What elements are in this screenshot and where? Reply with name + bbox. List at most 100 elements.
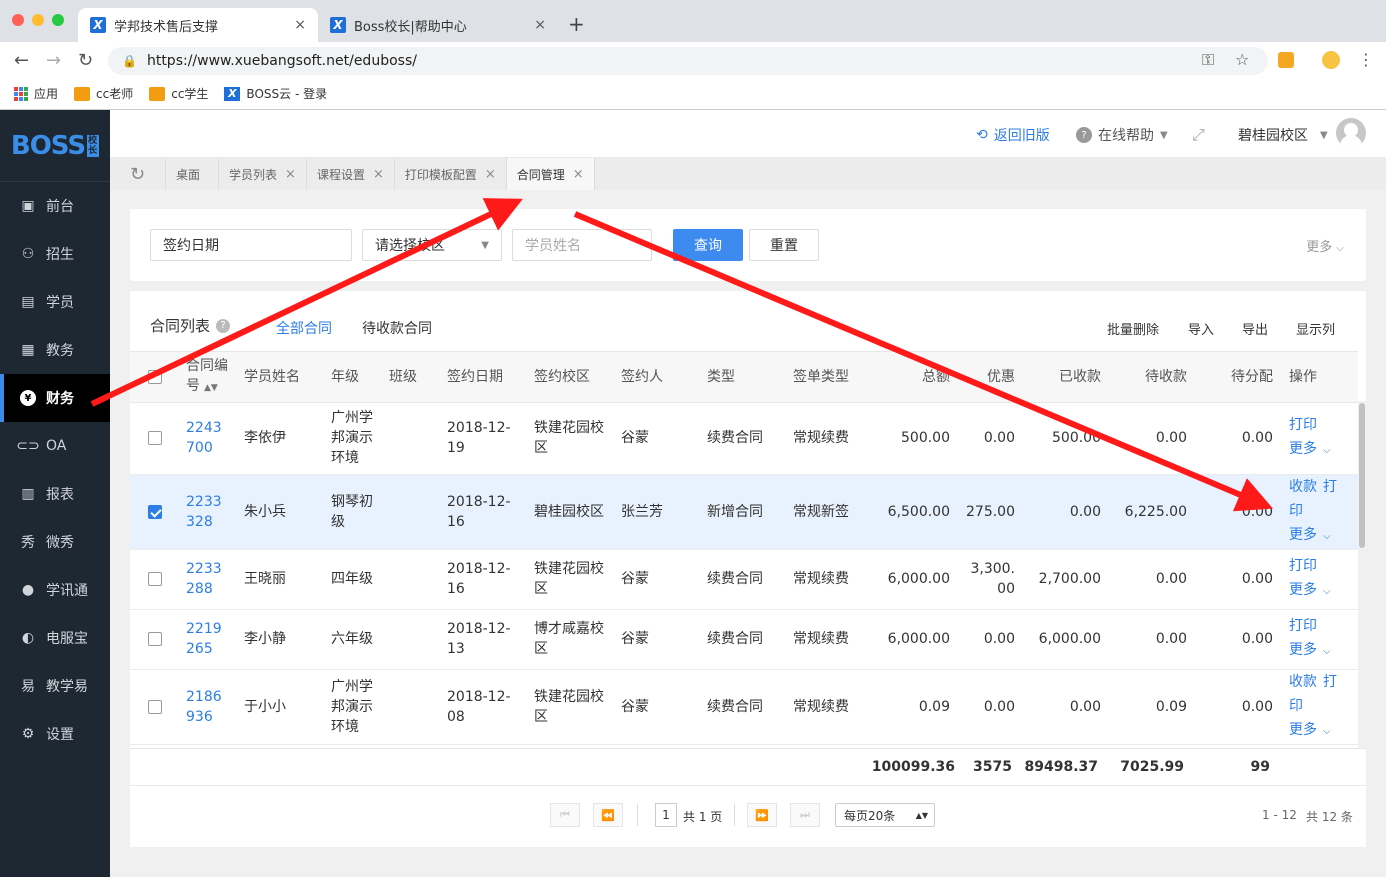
reset-button[interactable]: 重置 [749,229,819,261]
sidebar-item-9[interactable]: ◐ 电服宝 [0,614,110,662]
forward-icon[interactable]: → [46,50,61,71]
back-icon[interactable]: ← [14,50,29,71]
cell-id[interactable]: 2233288 [178,549,236,610]
first-page-icon[interactable]: ⏮ [550,803,580,827]
bookmark-boss-login[interactable]: X BOSS云 - 登录 [224,85,327,102]
student-name-input[interactable]: 学员姓名 [512,229,652,261]
profile-icon[interactable] [1322,51,1340,69]
avatar[interactable] [1336,118,1366,148]
table-row[interactable]: 2219265 李小静 六年级 2018-12-13 博才咸嘉校区 谷蒙 续费合同 常规续费 6… [130,609,1358,670]
page-tab-0[interactable]: 桌面 [166,158,220,190]
cell-id[interactable]: 2219265 [178,609,236,670]
more-actions-dropdown[interactable]: 更多 ⌵ [1289,523,1350,549]
browser-tab-1[interactable]: X 学邦技术售后支撑 × [78,8,318,42]
new-tab-icon[interactable]: + [568,12,585,36]
page-tab-2[interactable]: 课程设置 × [307,158,395,190]
close-tab-icon[interactable]: × [294,17,306,33]
extension-icon[interactable] [1278,52,1294,68]
column-header: 待分配 [1195,352,1281,403]
select-all-checkbox[interactable] [148,369,162,384]
tab-all-contracts[interactable]: 全部合同 [276,318,332,355]
row-checkbox[interactable] [148,572,162,586]
sidebar-item-5[interactable]: ⊂⊃ OA [0,422,110,470]
more-actions-dropdown[interactable]: 更多 ⌵ [1289,437,1350,463]
xuebang-favicon-icon: X [90,17,106,33]
page-number-input[interactable]: 1 [655,803,677,827]
close-tab-icon[interactable]: × [485,167,496,182]
close-tab-icon[interactable]: × [285,167,296,182]
close-window-button[interactable] [12,14,24,26]
sign-date-field[interactable]: 签约日期 [150,229,352,261]
print-link[interactable]: 打印 [1289,618,1317,634]
online-help-menu[interactable]: ? 在线帮助 ▼ [1076,125,1168,145]
cell-id[interactable]: 2186936 [178,669,236,745]
column-header[interactable]: 合同编号 ▲▼ [178,352,236,403]
updown-icon: ▲▼ [915,810,928,820]
batch-delete-button[interactable]: 批量删除 [1107,319,1159,338]
reload-icon[interactable]: ↻ [78,50,93,71]
more-actions-dropdown[interactable]: 更多 ⌵ [1289,638,1350,664]
table-row[interactable]: 2233328 朱小兵 钢琴初级 2018-12-16 碧桂园校区 张兰芳 新增合同 常规新签… [130,474,1358,550]
sidebar-item-11[interactable]: ⚙ 设置 [0,710,110,758]
question-icon[interactable]: ? [216,318,231,333]
row-checkbox[interactable] [148,504,162,519]
scrollbar-thumb[interactable] [1359,403,1365,548]
collect-payment-link[interactable]: 收款 [1289,479,1317,495]
browser-tab-2[interactable]: X Boss校长|帮助中心 × [318,8,558,42]
table-row[interactable]: 2186936 于小小 广州学邦演示环境 2018-12-08 铁建花园校区 谷蒙 续费合同… [130,669,1358,745]
collect-payment-link[interactable]: 收款 [1289,674,1317,690]
page-tab-1[interactable]: 学员列表 × [219,158,307,190]
print-link[interactable]: 打印 [1289,558,1317,574]
close-tab-icon[interactable]: × [373,167,384,182]
browser-menu-icon[interactable]: ⋮ [1358,50,1374,69]
table-row[interactable]: 2233288 王晓丽 四年级 2018-12-16 铁建花园校区 谷蒙 续费合同 常规续费 6… [130,549,1358,610]
next-page-icon[interactable]: ⏩ [747,803,777,827]
close-tab-icon[interactable]: × [534,17,546,33]
more-actions-dropdown[interactable]: 更多 ⌵ [1289,578,1350,604]
print-link[interactable]: 打印 [1289,417,1317,433]
row-checkbox[interactable] [148,431,162,445]
sidebar-item-3[interactable]: ▦ 教务 [0,326,110,374]
sidebar-item-1[interactable]: ⚇ 招生 [0,230,110,278]
more-filters-toggle[interactable]: 更多 ⌵ [1306,236,1344,255]
page-tab-4[interactable]: 合同管理 × [506,158,595,190]
close-tab-icon[interactable]: × [573,167,584,182]
minimize-window-button[interactable] [32,14,44,26]
star-icon[interactable]: ☆ [1235,50,1249,69]
sidebar-item-2[interactable]: ▤ 学员 [0,278,110,326]
page-tab-3[interactable]: 打印模板配置 × [395,158,507,190]
page-size-select[interactable]: 每页20条 ▲▼ [835,803,935,827]
sort-icon[interactable]: ▲▼ [204,383,218,393]
prev-page-icon[interactable]: ⏪ [593,803,623,827]
sidebar-item-0[interactable]: ▣ 前台 [0,182,110,230]
row-checkbox[interactable] [148,632,162,646]
return-old-version-link[interactable]: ⟲ 返回旧版 [976,125,1050,145]
key-icon[interactable]: ⚿ [1202,50,1214,70]
sidebar-item-7[interactable]: 秀微秀 [0,518,110,566]
refresh-icon[interactable]: ↻ [110,158,166,190]
export-button[interactable]: 导出 [1242,319,1268,338]
maximize-window-button[interactable] [52,14,64,26]
bookmark-cc-teacher[interactable]: cc老师 [74,85,133,102]
table-scrollbar[interactable] [1358,401,1366,748]
cell-id[interactable]: 2243700 [178,402,236,475]
query-button[interactable]: 查询 [673,229,743,261]
display-columns-button[interactable]: 显示列 [1296,319,1335,338]
fullscreen-icon[interactable]: ⤢ [1192,125,1205,145]
sidebar-item-10[interactable]: 易教学易 [0,662,110,710]
address-bar[interactable]: 🔒 https://www.xuebangsoft.net/eduboss/ [108,47,1268,75]
row-checkbox[interactable] [148,699,162,714]
import-button[interactable]: 导入 [1188,319,1214,338]
campus-switcher[interactable]: 碧桂园校区 ▼ [1238,125,1328,145]
cell-id[interactable]: 2233328 [178,474,236,550]
sidebar-item-6[interactable]: ▥ 报表 [0,470,110,518]
sidebar-item-4[interactable]: ¥ 财务 [0,374,110,422]
campus-select[interactable]: 请选择校区 ▼ [362,229,502,261]
more-actions-dropdown[interactable]: 更多 ⌵ [1289,718,1350,744]
sidebar-item-8[interactable]: ● 学讯通 [0,566,110,614]
last-page-icon[interactable]: ⏭ [790,803,820,827]
bookmark-apps[interactable]: 应用 [14,85,58,102]
table-row[interactable]: 2243700 李依伊 广州学邦演示环境 2018-12-19 铁建花园校区 谷蒙 续费合同… [130,402,1358,475]
tab-pending-contracts[interactable]: 待收款合同 [362,318,432,338]
bookmark-cc-student[interactable]: cc学生 [149,85,208,102]
